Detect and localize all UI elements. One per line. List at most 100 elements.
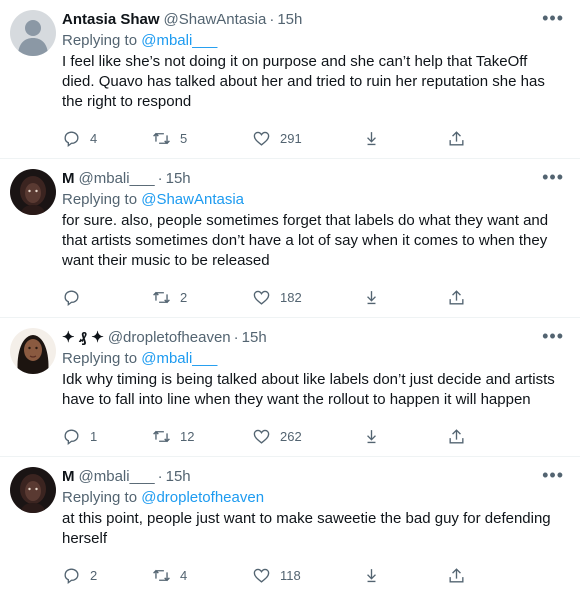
retweet-icon — [153, 430, 170, 442]
default-avatar-icon — [10, 10, 56, 56]
retweet-button[interactable]: 2 — [152, 288, 252, 307]
bookmark-icon — [367, 568, 376, 582]
more-icon[interactable]: ••• — [542, 465, 564, 485]
tweet-text: for sure. also, people sometimes forget … — [62, 212, 549, 269]
replying-to: Replying to @ShawAntasia — [62, 190, 566, 210]
tweet[interactable]: M @mbali___ · 15h ••• Replying to @ShawA… — [0, 159, 580, 318]
reply-icon — [64, 130, 79, 147]
like-icon — [253, 131, 270, 146]
bookmark-button[interactable] — [362, 566, 447, 585]
retweet-count: 2 — [180, 289, 188, 305]
share-button[interactable] — [447, 427, 477, 446]
avatar[interactable] — [10, 10, 56, 56]
replying-to-label: Replying to — [62, 350, 138, 367]
user-handle[interactable]: @mbali___ — [79, 467, 155, 487]
mention-link[interactable]: @mbali___ — [141, 350, 217, 367]
user-handle[interactable]: @ShawAntasia — [164, 10, 267, 30]
share-icon — [449, 289, 464, 305]
replying-to: Replying to @mbali___ — [62, 349, 566, 369]
display-name[interactable]: ✦ ₰ ✦ — [62, 328, 104, 348]
tweet-text: Idk why timing is being talked about lik… — [62, 371, 555, 408]
display-name[interactable]: M — [62, 169, 75, 189]
share-button[interactable] — [447, 288, 477, 307]
timestamp[interactable]: 15h — [166, 467, 191, 487]
like-count: 291 — [280, 130, 302, 146]
bookmark-icon — [367, 290, 376, 304]
tweet-header: M @mbali___ · 15h — [62, 169, 566, 189]
mention-link[interactable]: @dropletofheaven — [141, 489, 264, 506]
tweet[interactable]: M @mbali___ · 15h ••• Replying to @dropl… — [0, 457, 580, 595]
reply-thread: Antasia Shaw @ShawAntasia · 15h ••• Repl… — [0, 0, 580, 600]
replying-to-label: Replying to — [62, 489, 138, 506]
like-button[interactable]: 118 — [252, 566, 362, 585]
reply-count: 1 — [90, 428, 98, 444]
retweet-button[interactable]: 12 — [152, 427, 252, 446]
bookmark-button[interactable] — [362, 427, 447, 446]
retweet-count: 4 — [180, 567, 188, 583]
mention-link[interactable]: @ShawAntasia — [141, 191, 244, 208]
separator: · — [157, 468, 163, 485]
timestamp[interactable]: 15h — [166, 169, 191, 189]
like-count: 262 — [280, 428, 302, 444]
share-button[interactable] — [447, 129, 477, 148]
retweet-icon — [153, 569, 170, 581]
bookmark-button[interactable] — [362, 129, 447, 148]
like-icon — [253, 429, 270, 444]
action-bar: 2 4 118 — [62, 555, 566, 595]
like-button[interactable]: 262 — [252, 427, 362, 446]
retweet-count: 5 — [180, 130, 188, 146]
avatar[interactable] — [10, 328, 56, 374]
action-bar: 1 12 262 — [62, 416, 566, 456]
replying-to: Replying to @dropletofheaven — [62, 488, 566, 508]
reply-button[interactable]: 4 — [62, 129, 152, 148]
avatar[interactable] — [10, 169, 56, 215]
tweet[interactable]: Antasia Shaw @ShawAntasia · 15h ••• Repl… — [0, 0, 580, 159]
reply-count: 4 — [90, 130, 98, 146]
like-button[interactable]: 182 — [252, 288, 362, 307]
share-icon — [449, 567, 464, 583]
user-handle[interactable]: @mbali___ — [79, 169, 155, 189]
bookmark-icon — [367, 429, 376, 443]
more-icon[interactable]: ••• — [542, 167, 564, 187]
replying-to: Replying to @mbali___ — [62, 31, 566, 51]
bookmark-button[interactable] — [362, 288, 447, 307]
like-count: 182 — [280, 289, 302, 305]
reply-count: 2 — [90, 567, 98, 583]
reply-button[interactable]: 1 — [62, 427, 152, 446]
share-button[interactable] — [447, 566, 477, 585]
more-icon[interactable]: ••• — [542, 326, 564, 346]
avatar-image — [10, 467, 56, 513]
share-icon — [449, 130, 464, 146]
display-name[interactable]: Antasia Shaw — [62, 10, 160, 30]
avatar-image — [10, 328, 56, 374]
display-name[interactable]: M — [62, 467, 75, 487]
like-count: 118 — [280, 567, 301, 583]
reply-button[interactable]: 2 — [62, 566, 152, 585]
avatar-image — [10, 169, 56, 215]
retweet-button[interactable]: 4 — [152, 566, 252, 585]
replying-to-label: Replying to — [62, 32, 138, 49]
tweet-header: ✦ ₰ ✦ @dropletofheaven · 15h — [62, 328, 566, 348]
tweet-text: at this point, people just want to make … — [62, 510, 551, 547]
timestamp[interactable]: 15h — [242, 328, 267, 348]
action-bar: 2 182 — [62, 277, 566, 317]
mention-link[interactable]: @mbali___ — [141, 32, 217, 49]
separator: · — [269, 11, 275, 28]
tweet-header: Antasia Shaw @ShawAntasia · 15h — [62, 10, 566, 30]
user-handle[interactable]: @dropletofheaven — [108, 328, 231, 348]
retweet-count: 12 — [180, 428, 195, 444]
retweet-button[interactable]: 5 — [152, 129, 252, 148]
tweet-header: M @mbali___ · 15h — [62, 467, 566, 487]
timestamp[interactable]: 15h — [277, 10, 302, 30]
replying-to-label: Replying to — [62, 191, 138, 208]
reply-button[interactable] — [62, 288, 152, 307]
retweet-icon — [153, 132, 170, 144]
reply-icon — [64, 567, 79, 584]
more-icon[interactable]: ••• — [542, 8, 564, 28]
avatar[interactable] — [10, 467, 56, 513]
like-button[interactable]: 291 — [252, 129, 362, 148]
share-icon — [449, 428, 464, 444]
retweet-icon — [153, 291, 170, 303]
tweet[interactable]: ✦ ₰ ✦ @dropletofheaven · 15h ••• Replyin… — [0, 318, 580, 457]
action-bar: 4 5 291 — [62, 118, 566, 158]
